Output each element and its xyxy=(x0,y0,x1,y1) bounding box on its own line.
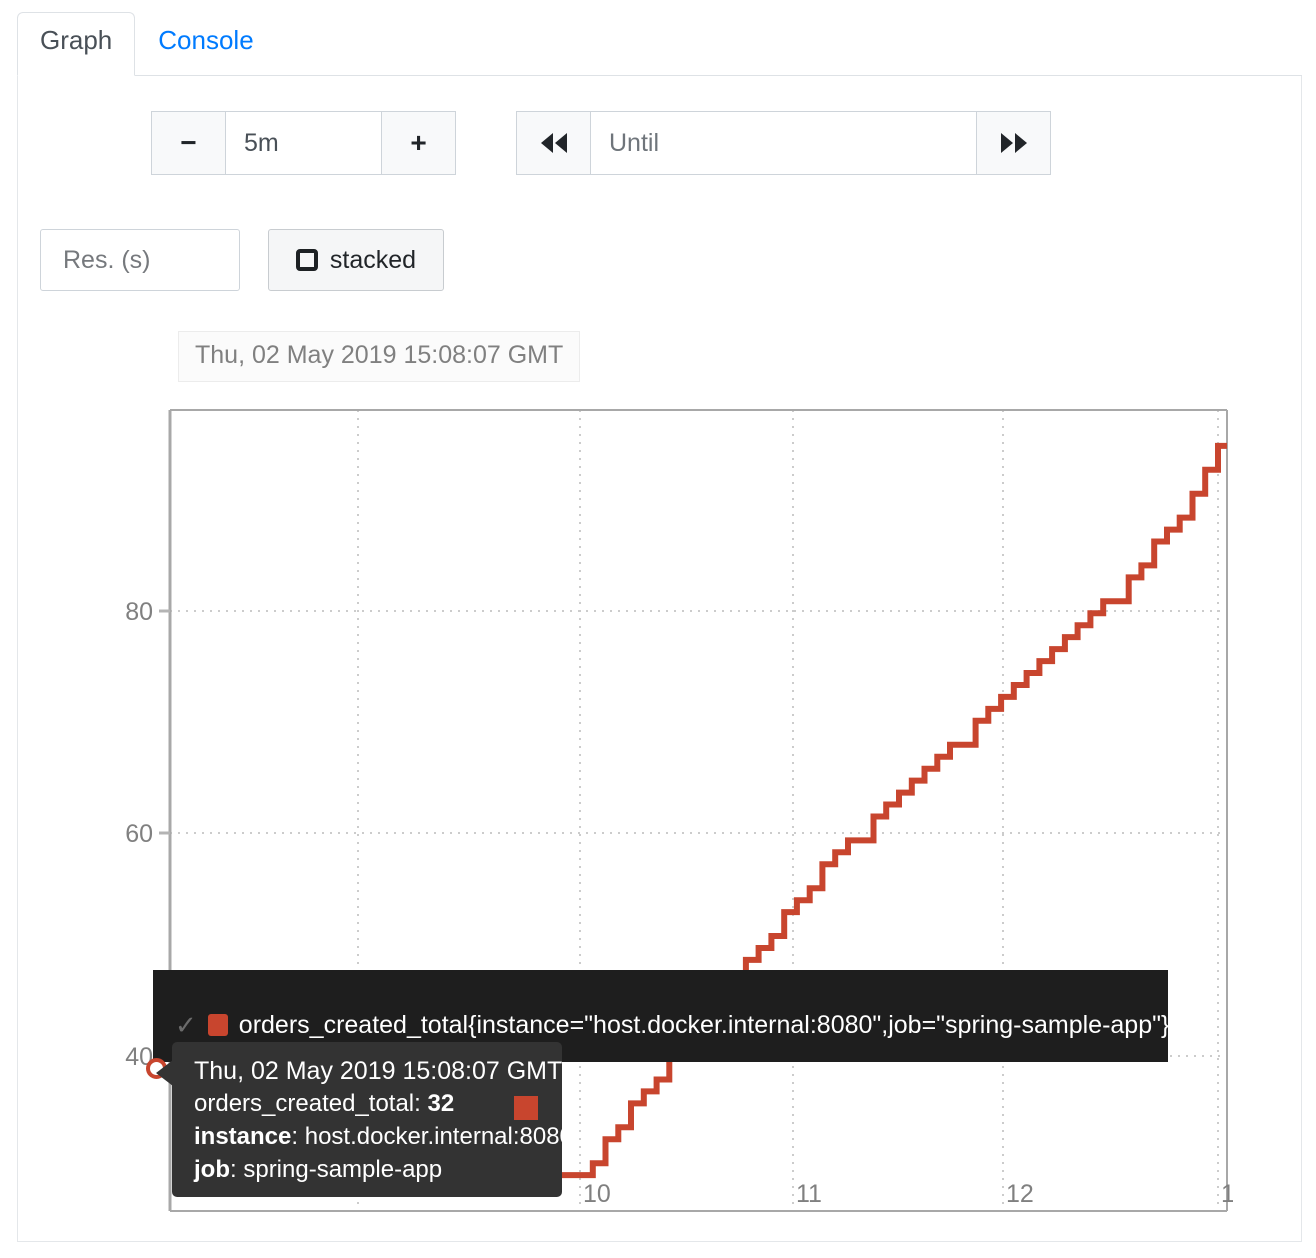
prometheus-graph-page: Graph Console − + xyxy=(0,0,1316,1258)
y-tick-label: 60 xyxy=(125,820,153,848)
range-input[interactable] xyxy=(226,111,381,175)
tooltip-value-instance: host.docker.internal:8080 xyxy=(304,1123,573,1151)
legend-item[interactable]: ✓ orders_created_total{instance="host.do… xyxy=(175,1010,1170,1040)
tab-graph[interactable]: Graph xyxy=(17,12,136,76)
range-input-group: − + xyxy=(151,111,456,175)
x-tick-label: 11 xyxy=(796,1180,822,1208)
y-tick-label: 80 xyxy=(125,598,153,626)
until-input-group xyxy=(516,111,1051,175)
increase-range-button[interactable]: + xyxy=(381,111,456,175)
until-input[interactable] xyxy=(591,111,976,175)
tooltip-metric-name: orders_created_total: xyxy=(194,1090,428,1118)
tooltip-timestamp: Thu, 02 May 2019 15:08:07 GMT xyxy=(194,1057,563,1085)
range-controls-row: − + xyxy=(151,111,1051,175)
legend-series-label: orders_created_total{instance="host.dock… xyxy=(238,1010,1170,1039)
tooltip-sep-2: : xyxy=(230,1156,244,1183)
tooltip-metric-row: orders_created_total: 32 xyxy=(194,1088,546,1121)
tooltip-label-instance-row: instance: host.docker.internal:8080 xyxy=(194,1121,573,1154)
checkmark-icon: ✓ xyxy=(175,1010,197,1040)
tooltip-value-job: spring-sample-app xyxy=(243,1156,443,1183)
step-forward-icon[interactable] xyxy=(976,111,1051,175)
stacked-label: stacked xyxy=(329,245,417,274)
tooltip-metric-value: 32 xyxy=(427,1090,455,1118)
tooltip-label-instance: instance xyxy=(194,1123,292,1151)
options-row: stacked xyxy=(40,229,444,291)
step-backward-icon[interactable] xyxy=(516,111,591,175)
tab-strip: Graph Console xyxy=(17,12,277,76)
graph-hover-tooltip: Thu, 02 May 2019 15:08:07 GMT orders_cre… xyxy=(156,1042,573,1197)
legend-color-swatch xyxy=(207,1014,228,1036)
tooltip-arrow-icon xyxy=(156,1060,173,1086)
graph-date-label: Thu, 02 May 2019 15:08:07 GMT xyxy=(178,331,581,382)
tooltip-sep-1: : xyxy=(291,1123,305,1151)
x-tick-label: 13 xyxy=(1221,1180,1233,1208)
resolution-input[interactable] xyxy=(40,229,240,291)
tooltip-label-job: job xyxy=(194,1156,230,1183)
stacked-toggle-button[interactable]: stacked xyxy=(268,229,444,291)
tooltip-label-job-row: job: spring-sample-app xyxy=(194,1154,546,1187)
checkbox-unchecked-icon xyxy=(295,249,318,271)
decrease-range-button[interactable]: − xyxy=(151,111,226,175)
x-axis: 10 11 12 13 xyxy=(583,1180,1233,1208)
x-tick-label: 10 xyxy=(583,1180,611,1208)
tab-console[interactable]: Console xyxy=(135,12,276,76)
x-tick-label: 12 xyxy=(1006,1180,1034,1208)
tooltip-color-swatch xyxy=(514,1096,538,1121)
